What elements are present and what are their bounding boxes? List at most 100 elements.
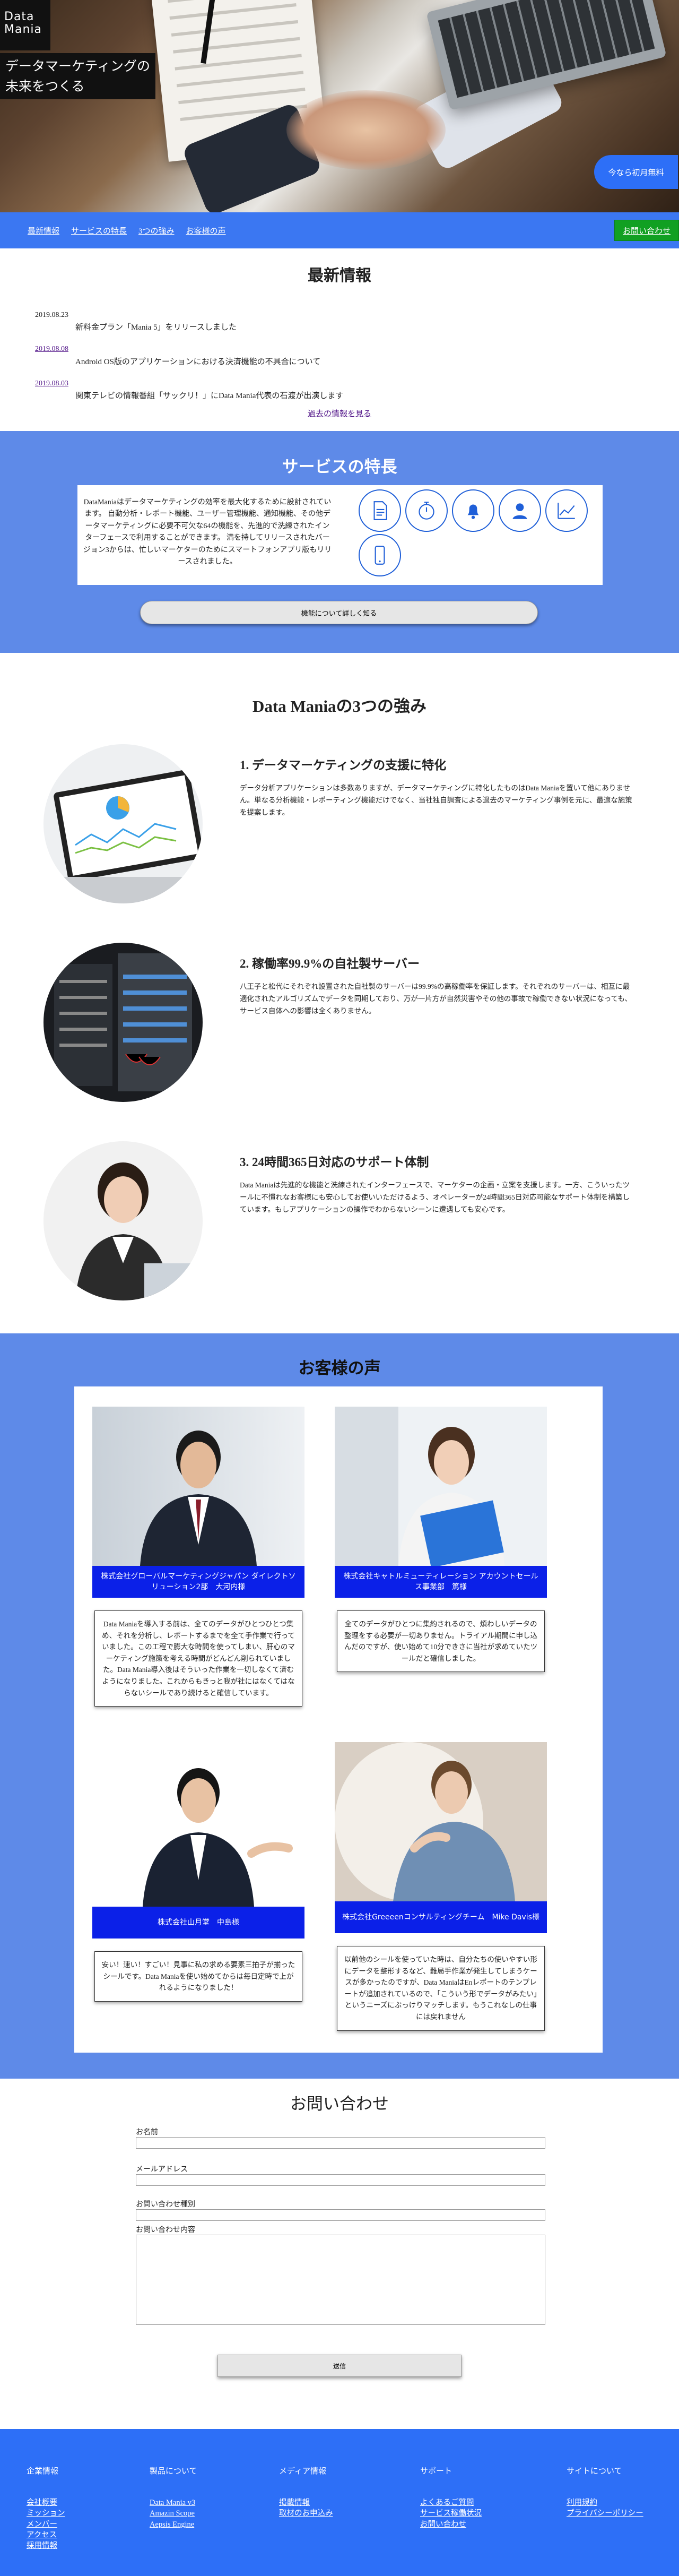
customer-quote: 以前他のシールを使っていた時は、自分たちの使いやすい形にデータを整形するなど、難… [337, 1946, 545, 2031]
testimonials-section: お客様の声 株式会社グローバルマーケティングジャパン ダイレクトソリューション2… [0, 1333, 679, 2079]
footer-column-site: サイトについて 利用規約 プライバシーポリシー [567, 2465, 643, 2519]
user-icon [499, 489, 541, 532]
services-box: DataManiaはデータマーケティングの効率を最大化するために設計されています… [77, 485, 603, 585]
footer-link[interactable]: メンバー [27, 2519, 65, 2530]
news-title: 最新情報 [308, 266, 371, 285]
footer-link[interactable]: よくあるご質問 [420, 2497, 482, 2508]
hero-section: Data Mania データマーケティングの 未来をつくる 今なら初月無料 [0, 0, 679, 212]
hero-handshake-image [286, 90, 446, 170]
strengths-section: Data Maniaの3つの強み 1. データマーケティングの支援に特化 データ… [0, 653, 679, 1333]
submit-button[interactable]: 送信 [217, 2355, 462, 2377]
footer-column-support: サポート よくあるご質問 サービス稼働状況 お問い合わせ [420, 2465, 482, 2530]
services-icon-grid [359, 489, 603, 576]
news-item: 2019.08.23 新料金プラン「Mania 5」をリリースしました [35, 309, 679, 334]
message-field[interactable] [136, 2235, 545, 2325]
email-label: メールアドレス [136, 2165, 188, 2174]
customer-caption: 株式会社Greeeenコンサルティングチーム Mike Davis様 [335, 1901, 547, 1933]
email-field[interactable] [136, 2174, 545, 2186]
services-title: サービスの特長 [282, 458, 397, 477]
contact-title: お問い合わせ [290, 2095, 389, 2114]
footer-link[interactable]: Aepsis Engine [150, 2519, 197, 2530]
footer-link[interactable]: アクセス [27, 2530, 65, 2540]
inquiry-type-field[interactable] [136, 2209, 545, 2221]
footer-link[interactable]: 取材のお申込み [279, 2508, 333, 2519]
footer-link[interactable]: 会社概要 [27, 2497, 65, 2508]
customer-photo [335, 1742, 547, 1901]
testimonial-card: 株式会社キャトルミューティレーション アカウントセールス事業部 篤様 全てのデー… [335, 1407, 547, 1673]
news-text: 関東テレビの情報番組「サックリ！」にData Mania代表の石渡が出演します [75, 392, 344, 401]
services-section: サービスの特長 DataManiaはデータマーケティングの効率を最大化するために… [0, 431, 679, 653]
news-section: 最新情報 2019.08.23 新料金プラン「Mania 5」をリリースしました… [0, 248, 679, 431]
footer-link[interactable]: 採用情報 [27, 2540, 65, 2551]
footer-column-title: メディア情報 [279, 2466, 326, 2476]
bell-icon [452, 489, 494, 532]
testimonials-title: お客様の声 [298, 1359, 381, 1378]
support-operator-photo [43, 1141, 203, 1300]
strength-heading: 1. データマーケティングの支援に特化 [240, 759, 447, 772]
nav-item-strengths[interactable]: 3つの強み [138, 225, 175, 236]
main-nav: 最新情報 サービスの特長 3つの強み お客様の声 お問い合わせ [0, 212, 679, 248]
customer-quote: 安い！速い！すごい！見事に私の求める要素三拍子が揃ったシールです。Data Ma… [94, 1951, 302, 2002]
smartphone-icon [359, 534, 401, 576]
footer-link[interactable]: Data Mania v3 [150, 2497, 197, 2508]
message-label: お問い合わせ内容 [136, 2226, 195, 2234]
analytics-tablet-photo [43, 744, 203, 903]
nav-item-voices[interactable]: お客様の声 [186, 225, 226, 236]
customer-photo [92, 1407, 304, 1566]
footer-column-title: サポート [420, 2466, 452, 2476]
footer-link[interactable]: サービス稼働状況 [420, 2508, 482, 2519]
site-footer: 企業情報 会社概要 ミッション メンバー アクセス 採用情報 製品について Da… [0, 2429, 679, 2576]
customer-photo [92, 1747, 304, 1907]
hero-tagline: データマーケティングの 未来をつくる [0, 53, 156, 99]
strength-item: 3. 24時間365日対応のサポート体制 Data Maniaは先進的な機能と洗… [43, 1141, 638, 1300]
strength-item: 1. データマーケティングの支援に特化 データ分析アプリケーションは多数あります… [43, 744, 638, 903]
services-description: DataManiaはデータマーケティングの効率を最大化するために設計されています… [83, 498, 332, 566]
footer-link[interactable]: ミッション [27, 2508, 65, 2519]
strength-heading: 2. 稼働率99.9%の自社製サーバー [240, 957, 420, 970]
logo-line-2: Mania [4, 23, 42, 37]
strength-item: 2. 稼働率99.9%の自社製サーバー 八王子と松代にそれぞれ設置された自社製の… [43, 943, 638, 1102]
testimonial-card: 株式会社山月堂 中島様 安い！速い！すごい！見事に私の求める要素三拍子が揃ったシ… [92, 1747, 304, 2002]
news-item: 2019.08.03 関東テレビの情報番組「サックリ！」にData Mania代… [35, 378, 679, 402]
free-trial-button[interactable]: 今なら初月無料 [594, 155, 678, 189]
strength-body: データ分析アプリケーションは多数ありますが、データマーケティングに特化したものは… [240, 784, 632, 816]
footer-column-title: 企業情報 [27, 2466, 59, 2476]
logo-line-1: Data [4, 10, 34, 23]
news-date-link[interactable]: 2019.08.08 [35, 345, 68, 353]
footer-link[interactable]: プライバシーポリシー [567, 2508, 643, 2519]
nav-contact-button[interactable]: お問い合わせ [614, 220, 679, 241]
news-text: Android OS版のアプリケーションにおける決済機能の不具合について [75, 357, 321, 366]
news-item: 2019.08.08 Android OS版のアプリケーションにおける決済機能の… [35, 343, 679, 368]
customer-photo [335, 1407, 547, 1566]
strength-body: 八王子と松代にそれぞれ設置された自社製のサーバーは99.9%の高稼働率を保証しま… [240, 983, 632, 1015]
footer-column-media: メディア情報 掲載情報 取材のお申込み [279, 2465, 333, 2519]
customer-caption: 株式会社キャトルミューティレーション アカウントセールス事業部 篤様 [335, 1566, 547, 1598]
nav-item-news[interactable]: 最新情報 [28, 225, 59, 236]
news-date-link[interactable]: 2019.08.03 [35, 380, 68, 387]
contact-section: お問い合わせ お名前 メールアドレス お問い合わせ種別 お問い合わせ内容 送信 [0, 2079, 679, 2429]
tagline-line-2: 未来をつくる [5, 78, 85, 94]
footer-link[interactable]: Amazin Scope [150, 2508, 197, 2519]
name-field[interactable] [136, 2137, 545, 2149]
name-label: お名前 [136, 2128, 158, 2136]
footer-link[interactable]: お問い合わせ [420, 2519, 482, 2530]
strength-body: Data Maniaは先進的な機能と洗練されたインターフェースで、マーケターの企… [240, 1181, 630, 1213]
news-more-link[interactable]: 過去の情報を見る [0, 408, 679, 419]
footer-link[interactable]: 利用規約 [567, 2497, 643, 2508]
inquiry-type-label: お問い合わせ種別 [136, 2200, 195, 2209]
footer-column-title: サイトについて [567, 2466, 622, 2476]
footer-link[interactable]: 掲載情報 [279, 2497, 333, 2508]
line-chart-icon [545, 489, 588, 532]
footer-column-products: 製品について Data Mania v3 Amazin Scope Aepsis… [150, 2465, 197, 2530]
site-logo[interactable]: Data Mania [0, 0, 50, 50]
stopwatch-icon [405, 489, 448, 532]
testimonials-box: 株式会社グローバルマーケティングジャパン ダイレクトソリューション2部 大河内様… [74, 1386, 603, 2053]
customer-quote: 全てのデータがひとつに集約されるので、煩わしいデータの整理をする必要が一切ありま… [337, 1610, 545, 1673]
strengths-title: Data Maniaの3つの強み [252, 697, 427, 716]
features-detail-button[interactable]: 機能について詳しく知る [140, 601, 538, 624]
customer-caption: 株式会社グローバルマーケティングジャパン ダイレクトソリューション2部 大河内様 [92, 1566, 304, 1598]
customer-quote: Data Maniaを導入する前は、全てのデータがひとつひとつ集め、それを分析し… [94, 1610, 302, 1707]
nav-item-services[interactable]: サービスの特長 [71, 225, 127, 236]
news-date: 2019.08.23 [35, 311, 68, 319]
footer-column-title: 製品について [150, 2466, 197, 2476]
